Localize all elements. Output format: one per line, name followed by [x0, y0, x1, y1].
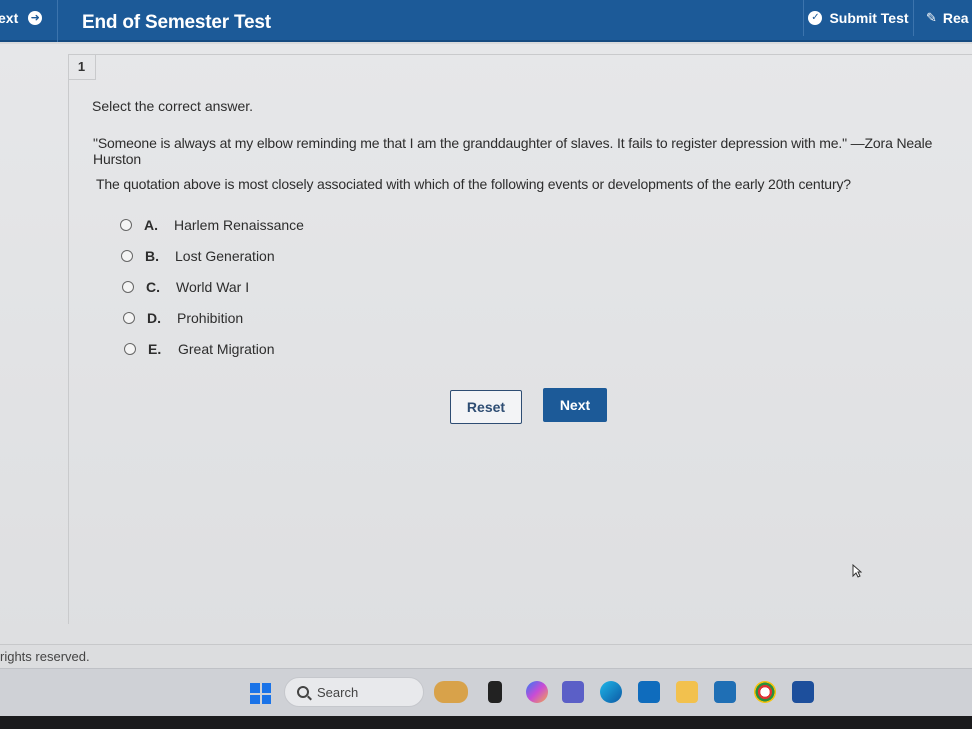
answer-option-e[interactable]: E. Great Migration: [124, 341, 274, 357]
dell-icon[interactable]: [714, 681, 736, 703]
option-letter: D.: [147, 310, 161, 326]
answer-option-b[interactable]: B. Lost Generation: [121, 248, 275, 264]
answer-option-a[interactable]: A. Harlem Renaissance: [120, 217, 304, 233]
question-instruction: Select the correct answer.: [92, 98, 254, 114]
radio-button[interactable]: [122, 281, 134, 293]
store-icon[interactable]: [638, 681, 660, 703]
radio-button[interactable]: [123, 312, 135, 324]
question-area: 1 Select the correct answer. "Someone is…: [0, 44, 972, 644]
answer-option-c[interactable]: C. World War I: [122, 279, 249, 295]
task-view-icon[interactable]: [488, 681, 502, 703]
option-letter: A.: [144, 217, 158, 233]
reset-button[interactable]: Reset: [450, 390, 522, 424]
copyright-text: rights reserved.: [0, 649, 90, 664]
question-stem: The quotation above is most closely asso…: [96, 176, 851, 192]
search-label: Search: [317, 684, 359, 700]
question-number: 1: [68, 54, 96, 80]
edge-icon[interactable]: [600, 681, 622, 703]
question-quote: "Someone is always at my elbow reminding…: [93, 135, 933, 167]
option-letter: B.: [145, 248, 159, 264]
read-aloud-label: Rea: [942, 10, 969, 26]
option-text: Lost Generation: [175, 248, 275, 264]
option-letter: E.: [148, 341, 162, 357]
radio-button[interactable]: [124, 343, 136, 355]
screen-bezel: [0, 716, 972, 729]
page-title: End of Semester Test: [82, 12, 271, 33]
page-footer: rights reserved.: [0, 644, 972, 668]
teams-icon[interactable]: [562, 681, 584, 703]
mouse-pointer-icon: [852, 564, 862, 578]
app-icon[interactable]: [792, 681, 814, 703]
option-text: World War I: [176, 279, 250, 295]
submit-test-label: Submit Test: [829, 10, 909, 26]
next-button[interactable]: Next: [543, 388, 607, 422]
check-circle-icon: ✓: [808, 11, 823, 25]
submit-test-button[interactable]: ✓ Submit Test: [803, 0, 913, 36]
chrome-icon[interactable]: [754, 681, 776, 703]
option-text: Prohibition: [177, 310, 244, 326]
arrow-right-icon: ➜: [28, 11, 43, 25]
answer-option-d[interactable]: D. Prohibition: [123, 310, 243, 326]
windows-start-icon[interactable]: [250, 683, 271, 704]
radio-button[interactable]: [121, 250, 133, 262]
taskbar: Search: [0, 668, 972, 716]
test-header-bar: ext ➜ End of Semester Test ✓ Submit Test…: [0, 0, 972, 42]
file-explorer-icon[interactable]: [676, 681, 698, 703]
copilot-icon[interactable]: [526, 681, 548, 703]
radio-button[interactable]: [120, 219, 132, 231]
option-text: Great Migration: [178, 341, 275, 357]
next-nav-button[interactable]: ext ➜: [0, 0, 58, 42]
read-aloud-button[interactable]: ✎ Rea: [913, 0, 972, 36]
option-text: Harlem Renaissance: [174, 217, 304, 233]
taskbar-search[interactable]: Search: [284, 677, 424, 707]
option-letter: C.: [146, 279, 160, 295]
next-nav-label: ext: [0, 10, 19, 26]
widget-icon[interactable]: [434, 681, 468, 703]
pencil-icon: ✎: [926, 10, 937, 25]
search-icon: [297, 686, 309, 698]
